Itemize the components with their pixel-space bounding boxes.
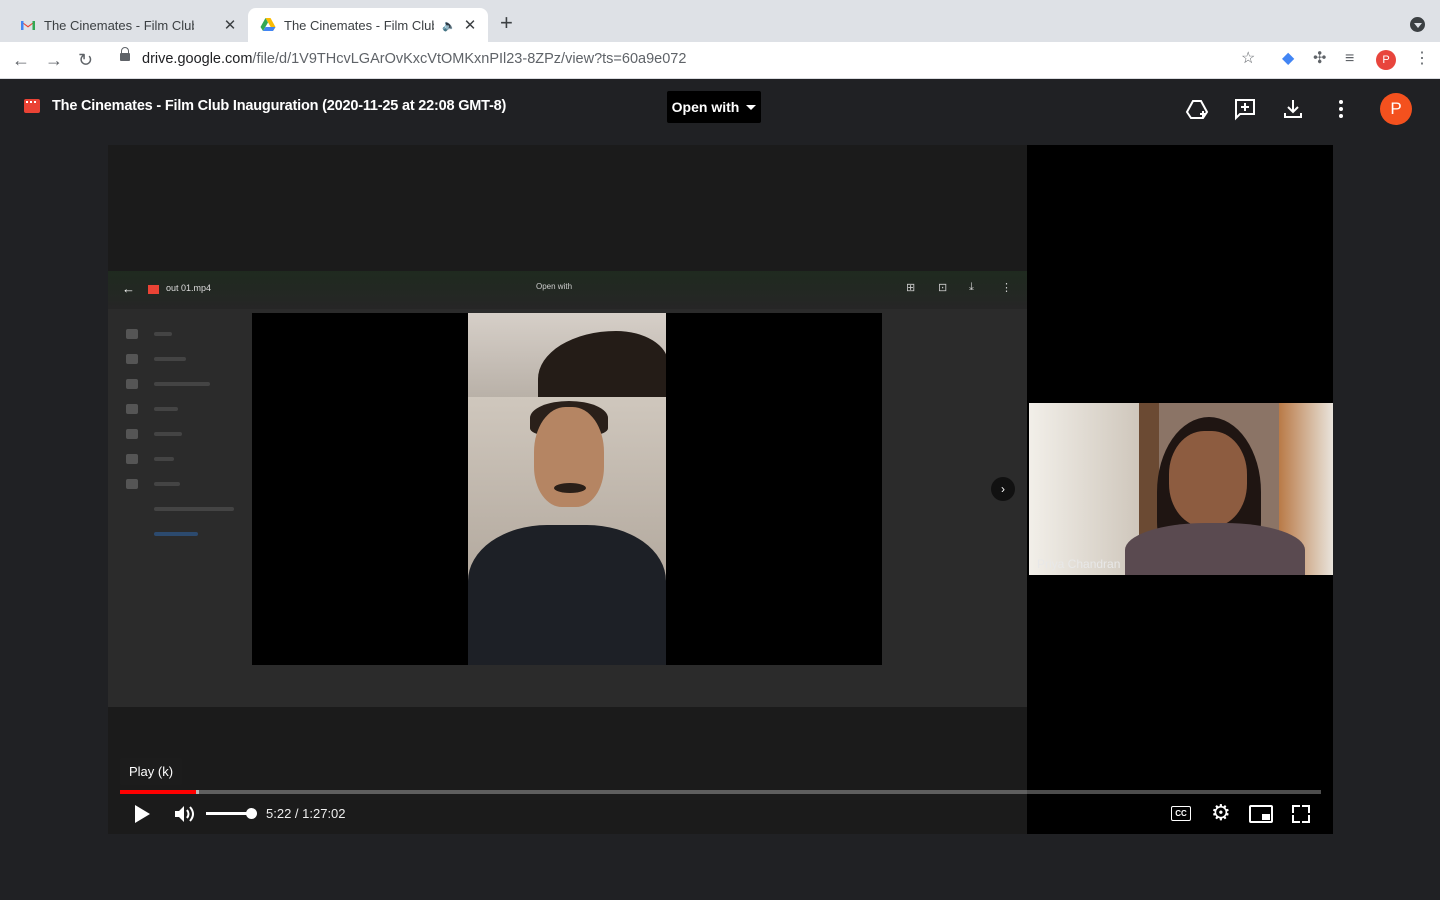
chevron-right-icon: › <box>991 477 1015 501</box>
url-path: /file/d/1V9THcvLGArOvKxcVtOMKxnPIl23-8ZP… <box>252 51 687 67</box>
file-title: The Cinemates - Film Club Inauguration (… <box>52 98 507 114</box>
played-bar <box>120 790 196 794</box>
drive-viewer-header: The Cinemates - Film Club Inauguration (… <box>0 79 1440 137</box>
back-icon[interactable]: ← <box>12 50 30 70</box>
media-control-icon[interactable]: ≡ <box>1345 50 1354 68</box>
lock-icon[interactable] <box>120 47 130 61</box>
participant-name: Priya Chandran <box>1037 557 1121 571</box>
volume-slider-handle[interactable] <box>246 808 257 819</box>
download-icon[interactable] <box>1281 97 1305 121</box>
browser-toolbar: ← → ↻ drive.google.com/file/d/1V9THcvLGA… <box>0 42 1440 79</box>
url-domain: drive.google.com <box>142 51 253 67</box>
add-shortcut-to-drive-icon[interactable] <box>1185 97 1209 121</box>
back-arrow-icon: ← <box>122 281 135 296</box>
new-tab-icon[interactable]: + <box>500 12 513 34</box>
browser-menu-icon[interactable]: ⋮ <box>1414 50 1430 68</box>
profile-avatar-small[interactable]: P <box>1376 50 1396 70</box>
bookmark-star-icon[interactable]: ☆ <box>1241 50 1255 68</box>
close-tab-icon[interactable]: ✕ <box>222 16 238 34</box>
speaker-video <box>468 313 666 665</box>
tab-title: The Cinemates - Film Club Inaug <box>44 17 194 33</box>
gmail-icon <box>21 21 35 30</box>
time-display: 5:22 / 1:27:02 <box>266 806 346 821</box>
tab-search-icon[interactable] <box>1410 17 1425 32</box>
video-file-icon <box>24 99 40 113</box>
add-comment-icon: ⊡ <box>938 282 948 294</box>
shared-drive-sidebar <box>116 321 246 621</box>
forward-icon[interactable]: → <box>45 50 63 70</box>
video-player[interactable]: ← out 01.mp4 Open with ⊞ ⊡ ⤓ ⋮ › Priya C… <box>108 145 1333 834</box>
audio-playing-icon[interactable]: 🔈 <box>442 19 456 32</box>
more-actions-icon: ⋮ <box>1001 282 1012 294</box>
address-bar[interactable]: drive.google.com/file/d/1V9THcvLGArOvKxc… <box>142 51 686 67</box>
shared-drive-header: ← out 01.mp4 Open with ⊞ ⊡ ⤓ ⋮ <box>108 271 1027 309</box>
account-avatar[interactable]: P <box>1380 93 1412 125</box>
download-icon: ⤓ <box>969 281 974 293</box>
progress-bar[interactable] <box>120 790 1321 794</box>
shared-video-frame <box>252 313 882 665</box>
extensions-puzzle-icon[interactable]: ✣ <box>1313 50 1326 68</box>
add-comment-icon[interactable] <box>1233 97 1257 121</box>
fullscreen-icon[interactable] <box>1292 805 1310 823</box>
chevron-down-icon <box>746 104 757 110</box>
shared-file-name: out 01.mp4 <box>166 283 212 293</box>
video-file-icon <box>148 285 159 294</box>
open-with-label: Open with <box>671 99 740 115</box>
volume-icon[interactable] <box>174 804 196 824</box>
settings-gear-icon[interactable]: ⚙ <box>1211 801 1231 825</box>
close-tab-icon[interactable]: ✕ <box>462 16 478 34</box>
play-icon[interactable] <box>135 805 150 823</box>
browser-tab-strip: The Cinemates - Film Club Inaug ✕ The Ci… <box>0 0 1440 42</box>
open-with-button[interactable]: Open with <box>667 91 761 123</box>
participant-video-tile: Priya Chandran <box>1029 403 1333 575</box>
google-drive-icon <box>260 18 276 31</box>
tab-title: The Cinemates - Film Club <box>284 17 434 33</box>
reload-icon[interactable]: ↻ <box>78 50 93 70</box>
captions-icon[interactable]: CC <box>1171 806 1191 821</box>
more-actions-icon[interactable] <box>1329 97 1353 121</box>
miniplayer-icon[interactable] <box>1249 805 1273 823</box>
extension-graduation-cap-icon[interactable]: ◆ <box>1282 50 1294 68</box>
tab-gmail[interactable]: The Cinemates - Film Club Inaug ✕ <box>8 8 248 42</box>
add-to-drive-icon: ⊞ <box>906 282 916 294</box>
play-tooltip: Play (k) <box>120 758 183 785</box>
tab-google-drive[interactable]: The Cinemates - Film Club 🔈 ✕ <box>248 8 488 42</box>
shared-screen-frame: ← out 01.mp4 Open with ⊞ ⊡ ⤓ ⋮ › <box>108 271 1027 707</box>
shared-open-with-label: Open with <box>536 282 573 291</box>
